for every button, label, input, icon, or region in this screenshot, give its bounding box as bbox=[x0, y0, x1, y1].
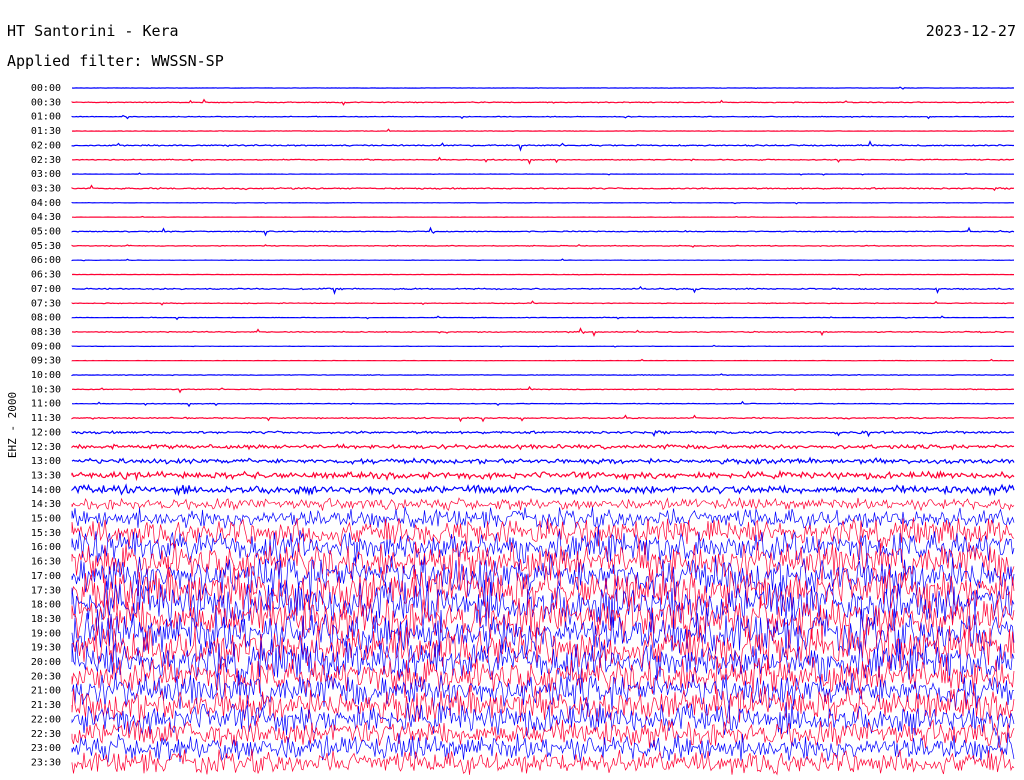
trace-line bbox=[71, 172, 1015, 176]
trace-line bbox=[71, 469, 1015, 482]
time-label: 21:30 bbox=[31, 700, 61, 711]
trace-line bbox=[71, 327, 1015, 337]
time-label: 06:30 bbox=[31, 270, 61, 281]
time-label: 23:30 bbox=[31, 757, 61, 768]
trace-line bbox=[71, 128, 1015, 133]
time-label: 11:30 bbox=[31, 413, 61, 424]
chart-date: 2023-12-27 bbox=[926, 22, 1016, 40]
trace-line bbox=[71, 344, 1015, 348]
channel-label: EHZ - 2000 bbox=[6, 392, 19, 458]
trace-line bbox=[71, 98, 1015, 106]
time-label: 11:00 bbox=[31, 399, 61, 410]
time-label: 17:30 bbox=[31, 585, 61, 596]
trace-lines bbox=[71, 86, 1015, 776]
time-label: 22:00 bbox=[31, 714, 61, 725]
time-label: 09:00 bbox=[31, 341, 61, 352]
time-label: 23:00 bbox=[31, 743, 61, 754]
time-label: 19:30 bbox=[31, 643, 61, 654]
time-label: 17:00 bbox=[31, 571, 61, 582]
time-label: 22:30 bbox=[31, 729, 61, 740]
time-label: 14:00 bbox=[31, 485, 61, 496]
trace-line bbox=[71, 385, 1015, 394]
trace-line bbox=[71, 554, 1015, 599]
time-label: 16:30 bbox=[31, 557, 61, 568]
time-label: 04:00 bbox=[31, 198, 61, 209]
trace-line bbox=[71, 300, 1015, 306]
trace-line bbox=[71, 315, 1015, 321]
trace-line bbox=[71, 201, 1015, 205]
time-label: 20:00 bbox=[31, 657, 61, 668]
trace-line bbox=[71, 749, 1015, 776]
time-label: 03:00 bbox=[31, 169, 61, 180]
time-label: 05:30 bbox=[31, 241, 61, 252]
trace-line bbox=[71, 243, 1015, 248]
trace-line bbox=[71, 483, 1015, 497]
time-label: 19:00 bbox=[31, 628, 61, 639]
time-label: 12:30 bbox=[31, 442, 61, 453]
helicorder-chart: HT Santorini - Kera 2023-12-27 Applied f… bbox=[6, 22, 1016, 776]
station-title: HT Santorini - Kera bbox=[7, 22, 179, 40]
trace-line bbox=[71, 358, 1015, 362]
time-label: 07:00 bbox=[31, 284, 61, 295]
trace-line bbox=[71, 258, 1015, 262]
time-label: 04:30 bbox=[31, 212, 61, 223]
trace-line bbox=[71, 373, 1015, 377]
time-label: 12:00 bbox=[31, 427, 61, 438]
time-label: 15:30 bbox=[31, 528, 61, 539]
time-label: 06:00 bbox=[31, 255, 61, 266]
time-labels: 00:00 00:30 01:00 01:30 02:00 02:30 03:00 03:30… bbox=[31, 83, 61, 768]
time-label: 02:30 bbox=[31, 155, 61, 166]
trace-line bbox=[71, 497, 1015, 512]
trace-line bbox=[71, 414, 1015, 423]
time-label: 14:30 bbox=[31, 499, 61, 510]
trace-line bbox=[71, 718, 1015, 749]
time-label: 13:00 bbox=[31, 456, 61, 467]
trace-line bbox=[71, 156, 1015, 165]
trace-line bbox=[71, 400, 1015, 408]
time-label: 13:30 bbox=[31, 470, 61, 481]
trace-line bbox=[71, 443, 1015, 451]
trace-line bbox=[71, 285, 1015, 296]
time-label: 09:30 bbox=[31, 356, 61, 367]
trace-line bbox=[71, 430, 1015, 438]
time-label: 15:00 bbox=[31, 514, 61, 525]
time-label: 20:30 bbox=[31, 671, 61, 682]
trace-line bbox=[71, 140, 1014, 152]
time-label: 21:00 bbox=[31, 686, 61, 697]
time-label: 00:00 bbox=[31, 83, 61, 94]
time-label: 02:00 bbox=[31, 140, 61, 151]
time-label: 08:00 bbox=[31, 313, 61, 324]
trace-line bbox=[71, 184, 1015, 192]
trace-line bbox=[71, 506, 1015, 530]
trace-line bbox=[71, 273, 1014, 277]
trace-line bbox=[72, 215, 1015, 219]
filter-label: Applied filter: WWSSN-SP bbox=[7, 52, 224, 70]
time-label: 18:30 bbox=[31, 614, 61, 625]
time-label: 01:30 bbox=[31, 126, 61, 137]
time-label: 01:00 bbox=[31, 112, 61, 123]
time-label: 16:00 bbox=[31, 542, 61, 553]
time-label: 08:30 bbox=[31, 327, 61, 338]
time-label: 10:30 bbox=[31, 384, 61, 395]
time-label: 07:30 bbox=[31, 298, 61, 309]
time-label: 05:00 bbox=[31, 227, 61, 238]
trace-line bbox=[71, 86, 1015, 90]
time-label: 10:00 bbox=[31, 370, 61, 381]
time-label: 03:30 bbox=[31, 183, 61, 194]
trace-line bbox=[71, 456, 1015, 466]
time-label: 00:30 bbox=[31, 97, 61, 108]
trace-line bbox=[71, 226, 1015, 237]
time-label: 18:00 bbox=[31, 600, 61, 611]
trace-line bbox=[71, 114, 1015, 120]
